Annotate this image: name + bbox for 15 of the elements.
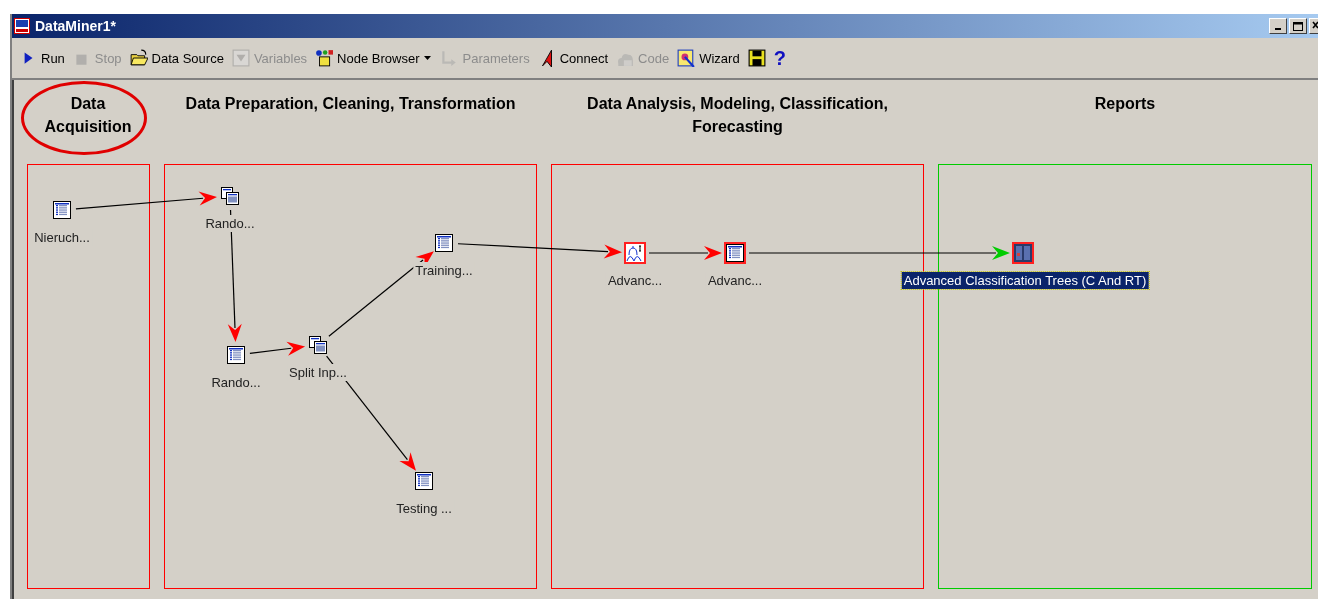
node-label[interactable]: Training... [413,262,475,279]
node-label[interactable]: Rando... [203,215,257,232]
toolbar-button[interactable]: Run [16,47,68,69]
section-heading: Data Acquisition [43,94,133,137]
toolbar-button[interactable]: Node Browser [312,47,423,69]
toolbar-button[interactable]: Connect [534,47,612,69]
node-label[interactable]: Advanced Classification Trees (C And RT) [901,272,1149,289]
section-heading: Data Preparation, Cleaning, Transformation [184,94,517,114]
help-button[interactable]: ? [770,44,789,72]
toolbar-button[interactable]: Wizard [674,47,743,69]
node-label[interactable]: Split Inp... [287,364,349,381]
section-heading: Reports [1093,94,1157,114]
section-heading: Data Analysis, Modeling, Classification, Forecasting [586,94,889,137]
window-title: DataMiner1* [35,18,116,34]
toolbar-button[interactable]: Data Source [126,47,227,69]
